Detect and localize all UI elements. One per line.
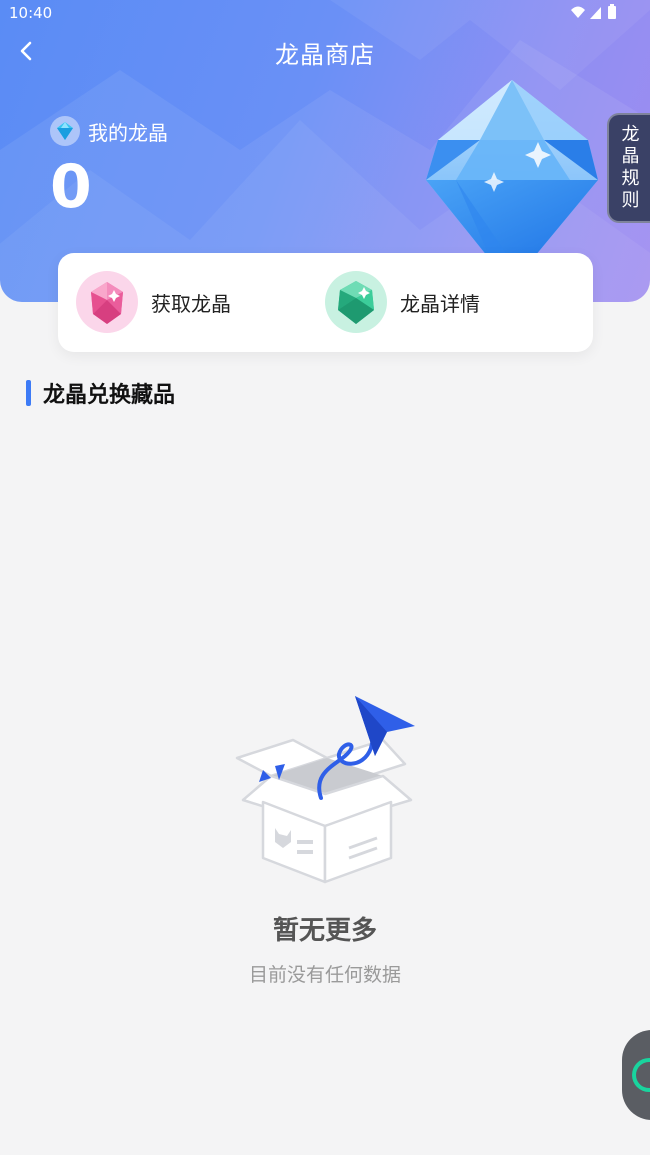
large-crystal-icon <box>426 80 598 262</box>
rules-tab-char: 龙 <box>621 124 640 145</box>
green-gem-icon <box>325 271 387 333</box>
status-bar: 10:40 <box>0 0 650 28</box>
section-title: 龙晶兑换藏品 <box>43 383 176 408</box>
action-card: 获取龙晶 龙晶详情 <box>58 253 593 352</box>
page-title: 龙晶商店 <box>275 41 375 69</box>
empty-subtitle: 目前没有任何数据 <box>248 964 401 986</box>
status-time: 10:40 <box>9 4 53 22</box>
pink-gem-icon <box>76 271 138 333</box>
balance-value: 0 <box>50 152 92 222</box>
wifi-icon <box>571 6 585 18</box>
battery-icon <box>608 4 616 19</box>
get-crystal-label: 获取龙晶 <box>151 291 231 316</box>
crystal-details-button[interactable]: 龙晶详情 <box>324 269 480 335</box>
section-accent-bar <box>26 380 31 406</box>
floating-ring-icon <box>632 1058 650 1092</box>
crystal-icon <box>50 116 80 146</box>
empty-title: 暂无更多 <box>272 916 377 946</box>
status-icons <box>571 4 616 19</box>
my-balance-label: 我的龙晶 <box>50 115 168 147</box>
empty-box-icon <box>235 696 415 884</box>
crystal-details-label: 龙晶详情 <box>400 291 480 316</box>
floating-assistant-button[interactable] <box>622 1030 650 1120</box>
balance-label: 我的龙晶 <box>88 120 168 145</box>
cellular-icon <box>590 7 601 19</box>
rules-tab-char: 规 <box>621 168 640 189</box>
rules-tab[interactable]: 龙 晶 规 则 <box>607 113 650 223</box>
get-crystal-button[interactable]: 获取龙晶 <box>75 269 231 335</box>
rules-tab-char: 晶 <box>621 146 640 167</box>
rules-tab-char: 则 <box>621 190 640 211</box>
section-header: 龙晶兑换藏品 <box>26 378 175 408</box>
